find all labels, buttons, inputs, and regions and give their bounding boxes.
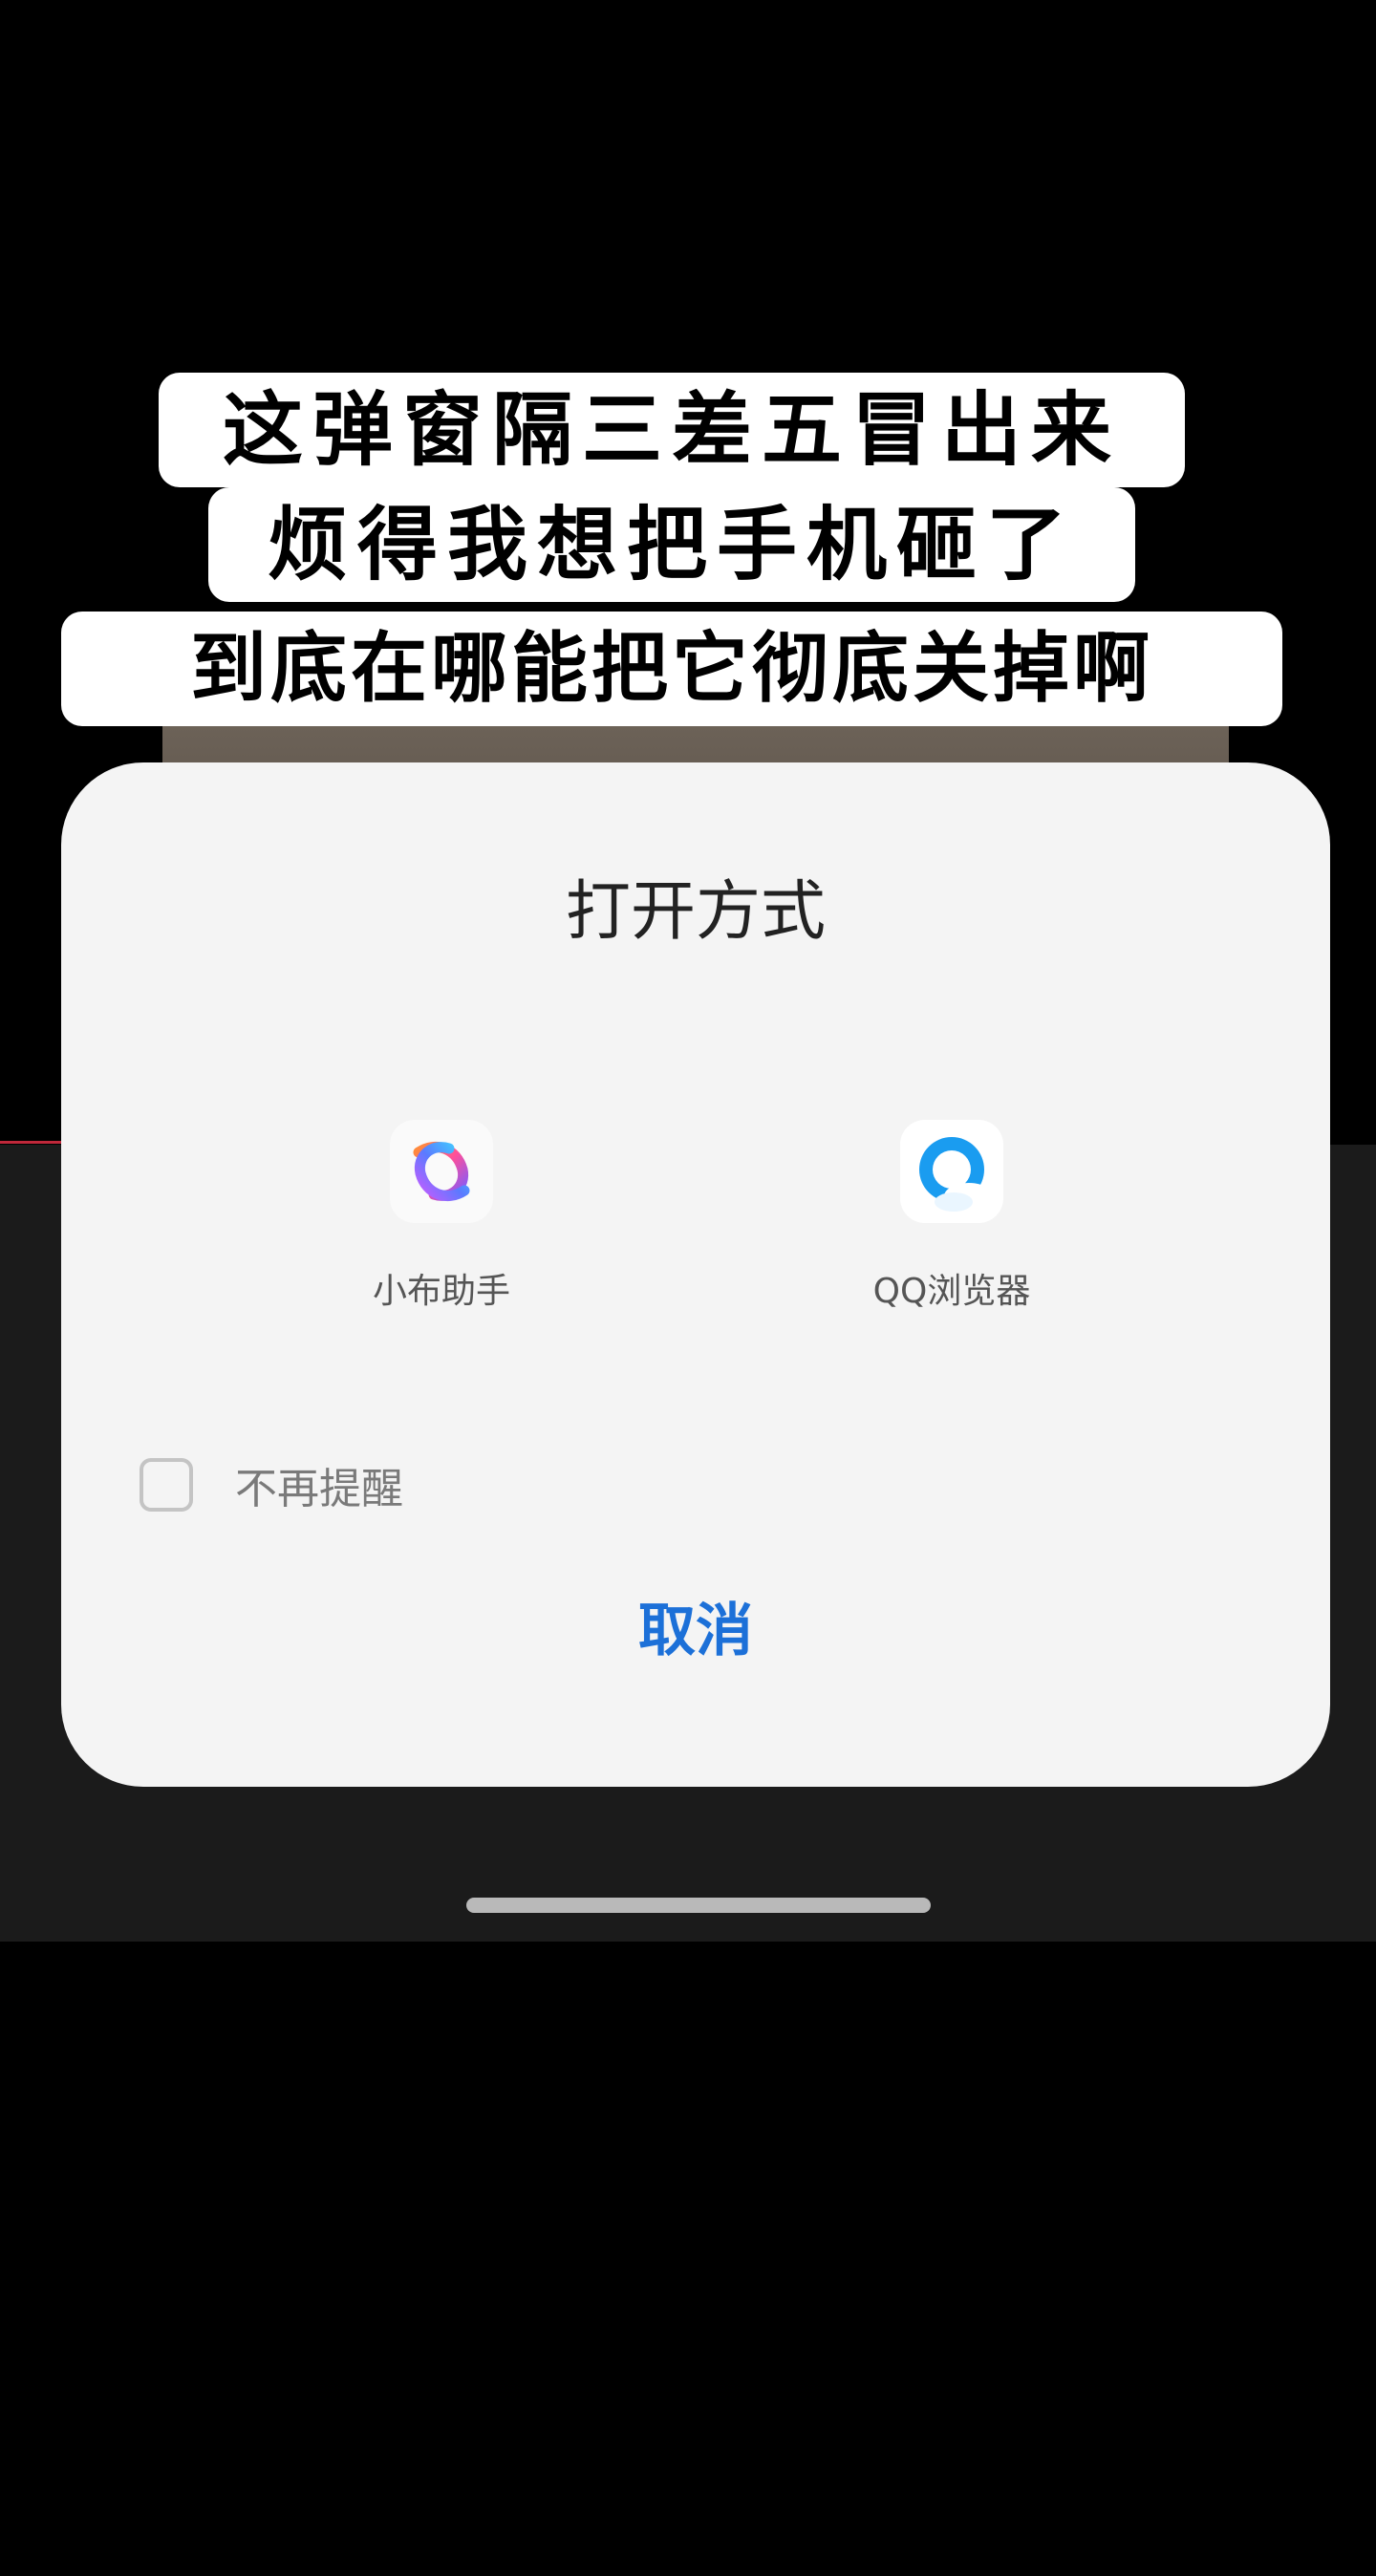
dialog-title: 打开方式 bbox=[565, 874, 826, 950]
dont-remind-label: 不再提醒 bbox=[235, 1465, 403, 1513]
background-progress-line bbox=[0, 1141, 67, 1144]
app-label-xiaobu: 小布助手 bbox=[372, 1272, 510, 1311]
app-option-xiaobu[interactable]: 小布助手 bbox=[260, 1120, 623, 1313]
caption-line-3: 到底在哪能把它彻底关掉啊 bbox=[61, 612, 1282, 726]
app-label-qq-browser: QQ浏览器 bbox=[872, 1272, 1031, 1311]
home-indicator-bar[interactable] bbox=[466, 1898, 931, 1913]
qq-browser-icon bbox=[900, 1120, 1003, 1223]
app-option-qq-browser[interactable]: QQ浏览器 bbox=[770, 1120, 1133, 1313]
xiaobu-assistant-icon bbox=[390, 1120, 493, 1223]
dont-remind-checkbox[interactable] bbox=[140, 1458, 193, 1512]
open-with-dialog: 打开方式 小布助手 QQ浏览器 不再提醒 取消 bbox=[61, 762, 1330, 1787]
cancel-button[interactable]: 取消 bbox=[61, 1584, 1330, 1667]
dont-remind-option[interactable]: 不再提醒 bbox=[140, 1454, 403, 1515]
caption-line-2: 烦得我想把手机砸了 bbox=[208, 487, 1135, 602]
caption-line-1: 这弹窗隔三差五冒出来 bbox=[159, 373, 1185, 487]
